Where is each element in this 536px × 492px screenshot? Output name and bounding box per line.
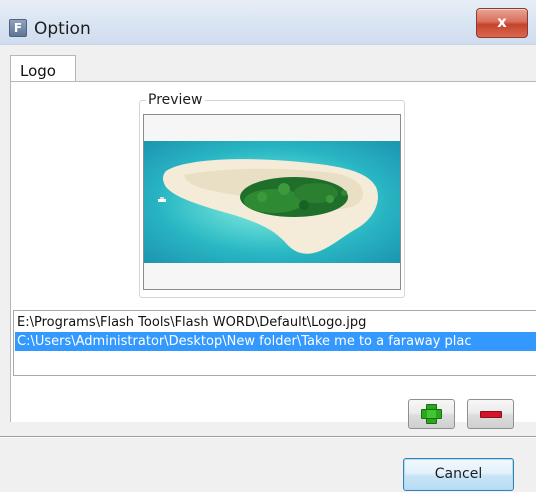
preview-image (144, 141, 400, 263)
logo-file-list[interactable]: E:\Programs\Flash Tools\Flash WORD\Defau… (13, 310, 536, 376)
app-icon: F (9, 19, 27, 37)
close-button[interactable]: x (476, 8, 528, 38)
preview-label: Preview (146, 91, 205, 109)
list-item-selected[interactable]: C:\Users\Administrator\Desktop\New folde… (15, 332, 536, 351)
add-logo-button[interactable] (408, 399, 455, 429)
close-icon: x (497, 13, 507, 31)
option-dialog: F Option x Logo Preview E:\Programs\Flas… (0, 0, 536, 492)
window-title: Option (34, 19, 91, 39)
list-item[interactable]: E:\Programs\Flash Tools\Flash WORD\Defau… (15, 313, 536, 332)
preview-group: Preview (139, 91, 405, 298)
minus-icon (480, 411, 502, 418)
dialog-divider (0, 436, 536, 438)
tab-strip: Logo (0, 45, 536, 82)
preview-frame (143, 114, 401, 290)
tab-logo[interactable]: Logo (10, 55, 76, 82)
remove-logo-button[interactable] (467, 399, 514, 429)
cancel-button[interactable]: Cancel (403, 458, 514, 491)
title-bar[interactable]: F Option x (0, 0, 536, 45)
logo-tab-panel: Preview E:\Programs\Flash Tools\Flash WO… (10, 81, 536, 429)
